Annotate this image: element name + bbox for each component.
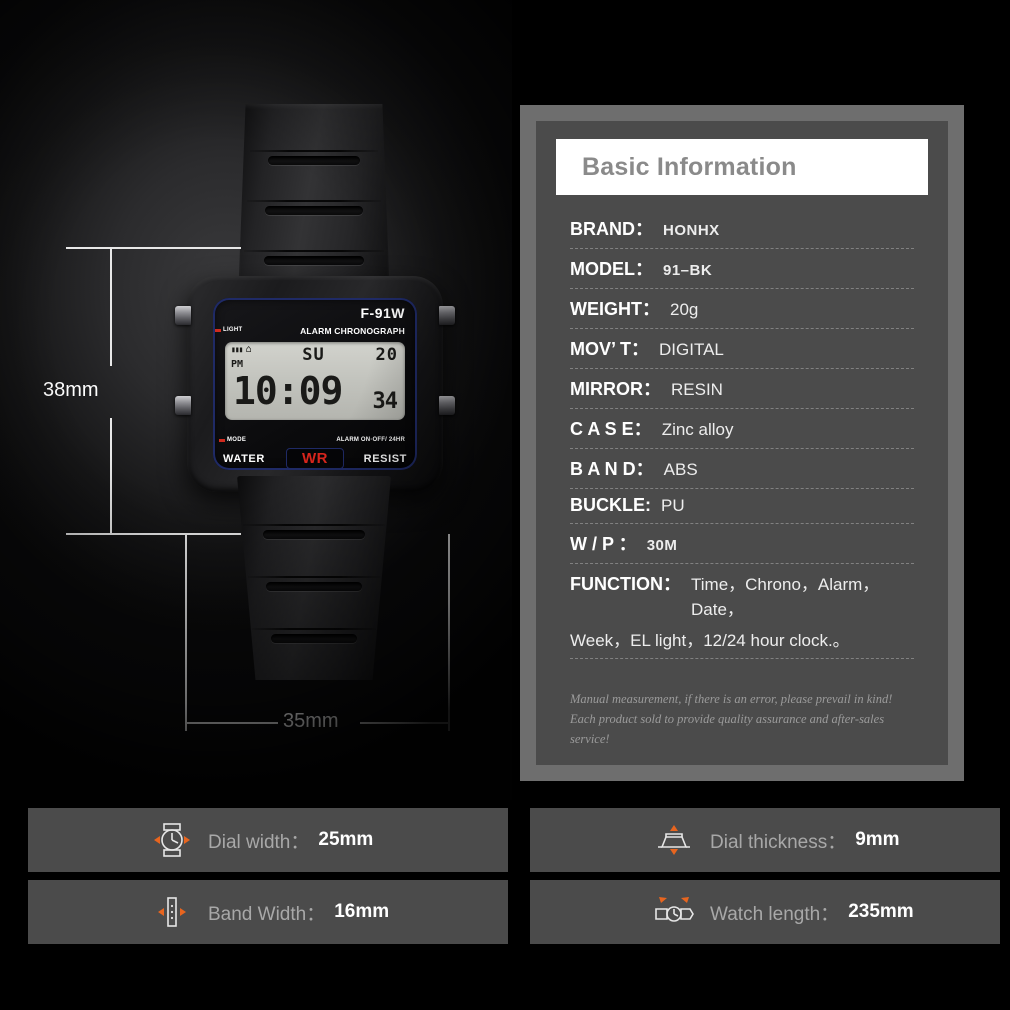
- feature-card-value: 235mm: [848, 901, 914, 922]
- spec-row-key: MIRROR：: [570, 379, 661, 399]
- feature-card-label: Dial thickness：: [710, 831, 847, 853]
- spec-panel-title: Basic Information: [582, 152, 797, 181]
- spec-row-key: B A N D：: [570, 459, 654, 479]
- watch-dial: F-91W ALARM CHRONOGRAPH LIGHT ▮▮▮ ⌂ SU 2…: [213, 298, 417, 470]
- dim-height-extension-bottom: [66, 533, 241, 535]
- spec-row: BRAND： HONHX: [570, 209, 914, 249]
- watch-case: F-91W ALARM CHRONOGRAPH LIGHT ▮▮▮ ⌂ SU 2…: [175, 276, 455, 492]
- spec-row: MODEL： 91–BK: [570, 249, 914, 289]
- feature-card-label: Band Width：: [208, 903, 326, 925]
- spec-row: B A N D： ABS: [570, 449, 914, 489]
- watch-product-image: F-91W ALARM CHRONOGRAPH LIGHT ▮▮▮ ⌂ SU 2…: [175, 104, 455, 680]
- dim-width-bar-right: [360, 722, 449, 724]
- spec-row-key: FUNCTION：: [570, 574, 681, 594]
- dial-model-text: F-91W: [360, 305, 405, 321]
- dial-alarm-label: ALARM ON·OFF/ 24HR: [336, 437, 405, 443]
- watch-side-icon: [648, 820, 700, 860]
- watch-pusher-top-left: [175, 306, 191, 325]
- spec-row-value: RESIN: [671, 380, 723, 399]
- spec-row-value: Zinc alloy: [661, 420, 734, 439]
- watch-pusher-top-right: [439, 306, 455, 325]
- lcd-seconds: 34: [372, 389, 398, 414]
- watch-strap-bottom: [237, 476, 391, 680]
- dim-height-label: 38mm: [43, 379, 99, 401]
- dial-mode-label: MODE: [218, 437, 247, 443]
- dim-width-label: 35mm: [283, 710, 339, 732]
- product-spec-page: F-91W ALARM CHRONOGRAPH LIGHT ▮▮▮ ⌂ SU 2…: [0, 0, 1010, 1010]
- spec-row-value: HONHX: [663, 222, 720, 239]
- spec-row-value: 30M: [646, 537, 678, 554]
- watch-length-icon: [648, 892, 700, 932]
- disclaimer-line-2: Each product sold to provide quality ass…: [570, 712, 885, 746]
- spec-row: WEIGHT： 20g: [570, 289, 914, 329]
- spec-row-value: PU: [661, 496, 685, 515]
- spec-panel-inner: Basic Information BRAND： HONHX MODEL： 91–BK…: [536, 121, 948, 765]
- feature-card-value: 16mm: [334, 901, 390, 922]
- spec-row-value: DIGITAL: [659, 340, 724, 359]
- lcd-time: 10:09: [233, 369, 343, 413]
- lcd-alarm-bell-icon: ⌂: [245, 344, 252, 355]
- feature-card-grid: Dial width： 25mm Dial thickness： 9mm Band …: [0, 800, 1010, 1010]
- spec-row-key: WEIGHT：: [570, 299, 660, 319]
- spec-row: W / P ： 30M: [570, 524, 914, 564]
- spec-row-key: BUCKLE:: [570, 495, 651, 515]
- spec-row: C A S E： Zinc alloy: [570, 409, 914, 449]
- spec-row-value: 91–BK: [663, 262, 713, 279]
- lcd-battery-icon: ▮▮▮: [231, 345, 243, 354]
- watch-strap-top: [238, 104, 390, 300]
- dial-resist-label: RESIST: [363, 453, 407, 465]
- spec-row-key: C A S E：: [570, 419, 652, 439]
- dim-height-extension-top: [66, 247, 241, 249]
- dial-water-label: WATER: [223, 453, 265, 465]
- spec-panel: Basic Information BRAND： HONHX MODEL： 91–BK…: [520, 105, 964, 781]
- dim-width-bar-left: [186, 722, 278, 724]
- lcd-date: 20: [375, 345, 398, 365]
- spec-row: MOV’ T： DIGITAL: [570, 329, 914, 369]
- band-width-icon: [146, 892, 198, 932]
- feature-card: Watch length： 235mm: [530, 880, 1000, 944]
- feature-card-value: 25mm: [318, 829, 374, 850]
- spec-row: BUCKLE: PU: [570, 489, 914, 524]
- spec-panel-header: Basic Information: [556, 139, 928, 195]
- lcd-day: SU: [302, 345, 325, 365]
- product-photo: F-91W ALARM CHRONOGRAPH LIGHT ▮▮▮ ⌂ SU 2…: [0, 0, 512, 800]
- watch-front-icon: [146, 820, 198, 860]
- disclaimer-line-1: Manual measurement, if there is an error…: [570, 692, 893, 706]
- feature-card-label: Watch length：: [710, 903, 840, 925]
- spec-row: MIRROR： RESIN: [570, 369, 914, 409]
- spec-row-value: ABS: [663, 460, 698, 479]
- spec-row-function: FUNCTION： Time，Chrono，Alarm，Date， Week，E…: [570, 564, 914, 659]
- dial-light-label: LIGHT: [215, 327, 243, 333]
- spec-disclaimer: Manual measurement, if there is an error…: [556, 675, 928, 749]
- dim-width-extension-left: [185, 534, 187, 731]
- feature-card: Band Width： 16mm: [28, 880, 508, 944]
- watch-pusher-bottom-right: [439, 396, 455, 415]
- spec-row-value-continued: Week，EL light，12/24 hour clock.。: [570, 631, 850, 650]
- spec-row-key: BRAND：: [570, 219, 653, 239]
- spec-row-list: BRAND： HONHX MODEL： 91–BK WEIGHT： 20g MOV’ T： D…: [556, 195, 928, 675]
- feature-card-label: Dial width：: [208, 831, 310, 853]
- dial-wr-badge: WR: [286, 448, 344, 469]
- feature-card-value: 9mm: [855, 829, 900, 850]
- spec-row-key: MODEL：: [570, 259, 653, 279]
- spec-row-key: MOV’ T：: [570, 339, 650, 359]
- spec-row-key: W / P ：: [570, 534, 637, 554]
- dim-width-extension-right: [448, 534, 450, 731]
- watch-pusher-bottom-left: [175, 396, 191, 415]
- dial-subtitle-text: ALARM CHRONOGRAPH: [300, 326, 405, 336]
- dim-height-bar-lower: [110, 418, 112, 534]
- spec-row-value: Time，Chrono，Alarm，Date，: [691, 575, 880, 619]
- dim-height-bar-upper: [110, 248, 112, 366]
- spec-row-value: 20g: [670, 300, 699, 319]
- feature-card: Dial width： 25mm: [28, 808, 508, 872]
- lcd-screen: ▮▮▮ ⌂ SU 20 PM 10:09 34: [225, 342, 405, 420]
- feature-card: Dial thickness： 9mm: [530, 808, 1000, 872]
